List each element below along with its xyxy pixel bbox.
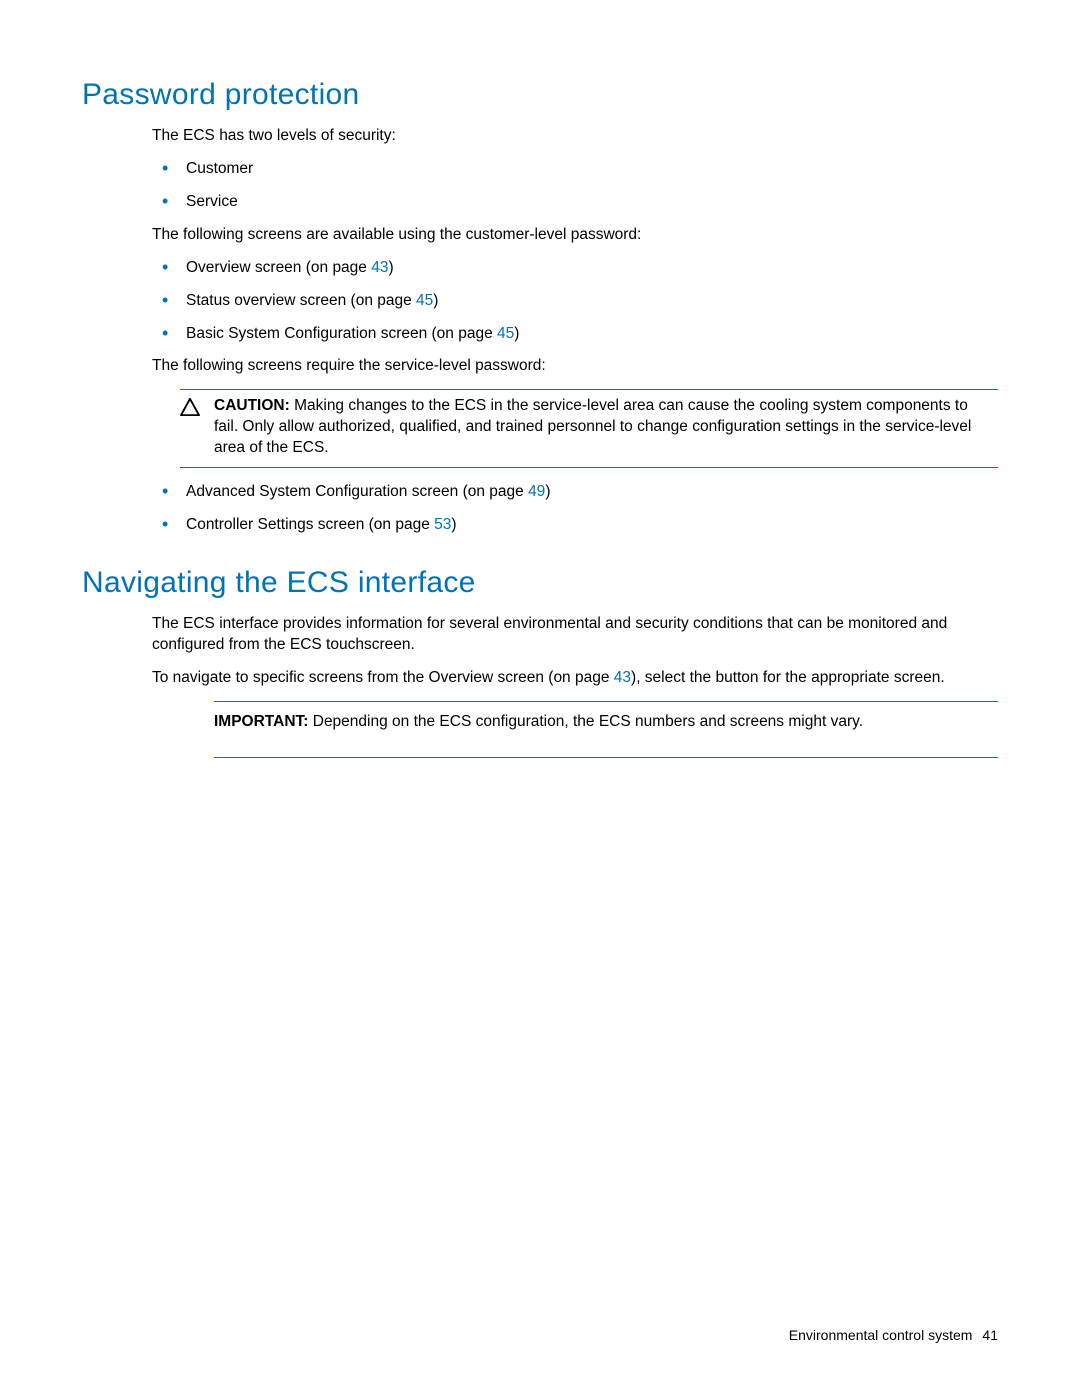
- service-intro-text: The following screens require the servic…: [152, 356, 998, 377]
- caution-box: CAUTION: Making changes to the ECS in th…: [180, 389, 998, 468]
- footer-page-number: 41: [982, 1327, 998, 1343]
- item-text: Controller Settings screen (on page: [186, 516, 434, 533]
- item-text: Status overview screen (on page: [186, 292, 416, 309]
- paragraph-text: To navigate to specific screens from the…: [152, 669, 614, 686]
- page-link[interactable]: 53: [434, 516, 451, 533]
- customer-screens-list: Overview screen (on page 43) Status over…: [152, 258, 998, 345]
- list-item: Controller Settings screen (on page 53): [152, 515, 998, 536]
- item-text: ): [451, 516, 456, 533]
- list-item: Overview screen (on page 43): [152, 258, 998, 279]
- caution-text: CAUTION: Making changes to the ECS in th…: [214, 396, 998, 459]
- page-footer: Environmental control system 41: [789, 1327, 998, 1343]
- item-text: ): [545, 483, 550, 500]
- caution-body: Making changes to the ECS in the service…: [214, 397, 971, 456]
- item-text: ): [433, 292, 438, 309]
- page-link[interactable]: 45: [497, 325, 514, 342]
- page-link[interactable]: 45: [416, 292, 433, 309]
- page-link[interactable]: 49: [528, 483, 545, 500]
- caution-icon: [180, 396, 214, 459]
- section2-body: The ECS interface provides information f…: [152, 614, 998, 758]
- section1-body: The ECS has two levels of security: Cust…: [152, 126, 998, 536]
- paragraph: To navigate to specific screens from the…: [152, 668, 998, 689]
- list-item: Customer: [152, 159, 998, 180]
- caution-label: CAUTION:: [214, 397, 290, 414]
- item-text: ): [514, 325, 519, 342]
- list-item: Basic System Configuration screen (on pa…: [152, 324, 998, 345]
- important-body: Depending on the ECS configuration, the …: [308, 713, 863, 730]
- paragraph: The ECS interface provides information f…: [152, 614, 998, 656]
- heading-navigating-ecs: Navigating the ECS interface: [82, 566, 998, 600]
- item-text: ): [388, 259, 393, 276]
- page-link[interactable]: 43: [614, 669, 631, 686]
- item-text: Overview screen (on page: [186, 259, 371, 276]
- list-item: Advanced System Configuration screen (on…: [152, 482, 998, 503]
- intro-text: The ECS has two levels of security:: [152, 126, 998, 147]
- footer-title: Environmental control system: [789, 1327, 973, 1343]
- important-label: IMPORTANT:: [214, 713, 308, 730]
- heading-password-protection: Password protection: [82, 78, 998, 112]
- service-screens-list: Advanced System Configuration screen (on…: [152, 482, 998, 536]
- item-text: Advanced System Configuration screen (on…: [186, 483, 528, 500]
- page-link[interactable]: 43: [371, 259, 388, 276]
- document-page: Password protection The ECS has two leve…: [0, 0, 1080, 1397]
- list-item: Status overview screen (on page 45): [152, 291, 998, 312]
- item-text: Basic System Configuration screen (on pa…: [186, 325, 497, 342]
- customer-intro-text: The following screens are available usin…: [152, 225, 998, 246]
- security-levels-list: Customer Service: [152, 159, 998, 213]
- paragraph-text: ), select the button for the appropriate…: [631, 669, 945, 686]
- important-box: IMPORTANT: Depending on the ECS configur…: [214, 701, 998, 758]
- list-item: Service: [152, 192, 998, 213]
